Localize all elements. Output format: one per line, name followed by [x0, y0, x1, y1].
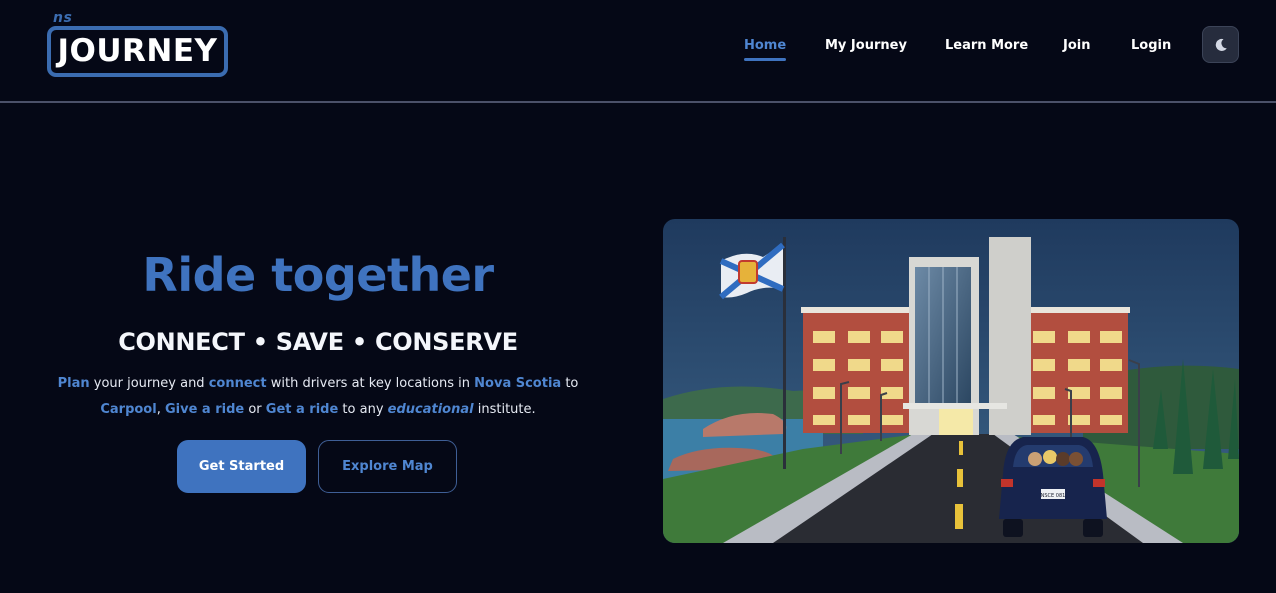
license-plate: NSCE 081 [1041, 493, 1066, 499]
campus-illustration: NSCE 081 [663, 219, 1239, 543]
highlight-give-ride: Give a ride [164, 402, 245, 417]
nav-join[interactable]: Join [1063, 37, 1090, 55]
highlight-educational: educational [387, 402, 474, 417]
desc-text: your journey and [89, 376, 209, 391]
hero-description: Plan your journey and connect with drive… [0, 371, 636, 423]
logo-wordmark: JOURNEY [57, 33, 218, 69]
desc-text: , [156, 402, 165, 417]
highlight-connect: connect [208, 376, 267, 391]
site-header: ns JOURNEY Home My Journey Learn More Jo… [0, 0, 1276, 103]
building-right-wing [1023, 311, 1128, 433]
nav-learn-more[interactable]: Learn More [945, 37, 1028, 55]
desc-text: to [561, 376, 579, 391]
get-started-button[interactable]: Get Started [177, 440, 306, 493]
theme-toggle-button[interactable] [1202, 26, 1239, 63]
moon-icon [1215, 38, 1227, 51]
nav-home[interactable]: Home [744, 37, 787, 61]
desc-text: with drivers at key locations in [266, 376, 475, 391]
highlight-plan: Plan [57, 376, 90, 391]
hero-subtitle: CONNECT • SAVE • CONSERVE [118, 328, 518, 356]
flagpole [783, 237, 786, 469]
logo-prefix: ns [53, 10, 73, 26]
explore-map-button[interactable]: Explore Map [318, 440, 457, 493]
hero-title: Ride together [142, 248, 494, 302]
highlight-get-ride: Get a ride [265, 402, 339, 417]
desc-text: or [244, 402, 266, 417]
brand-logo[interactable]: ns JOURNEY [47, 11, 229, 77]
entrance [939, 409, 973, 435]
highlight-carpool: Carpool [100, 402, 157, 417]
highlight-nova-scotia: Nova Scotia [474, 376, 562, 391]
nav-my-journey[interactable]: My Journey [825, 37, 907, 55]
building-left-wing [803, 311, 913, 433]
nav-login[interactable]: Login [1131, 37, 1171, 55]
desc-text: to any [338, 402, 388, 417]
campus-scene: NSCE 081 [663, 219, 1239, 543]
desc-text: institute. [473, 402, 536, 417]
logo-frame: JOURNEY [47, 26, 228, 77]
